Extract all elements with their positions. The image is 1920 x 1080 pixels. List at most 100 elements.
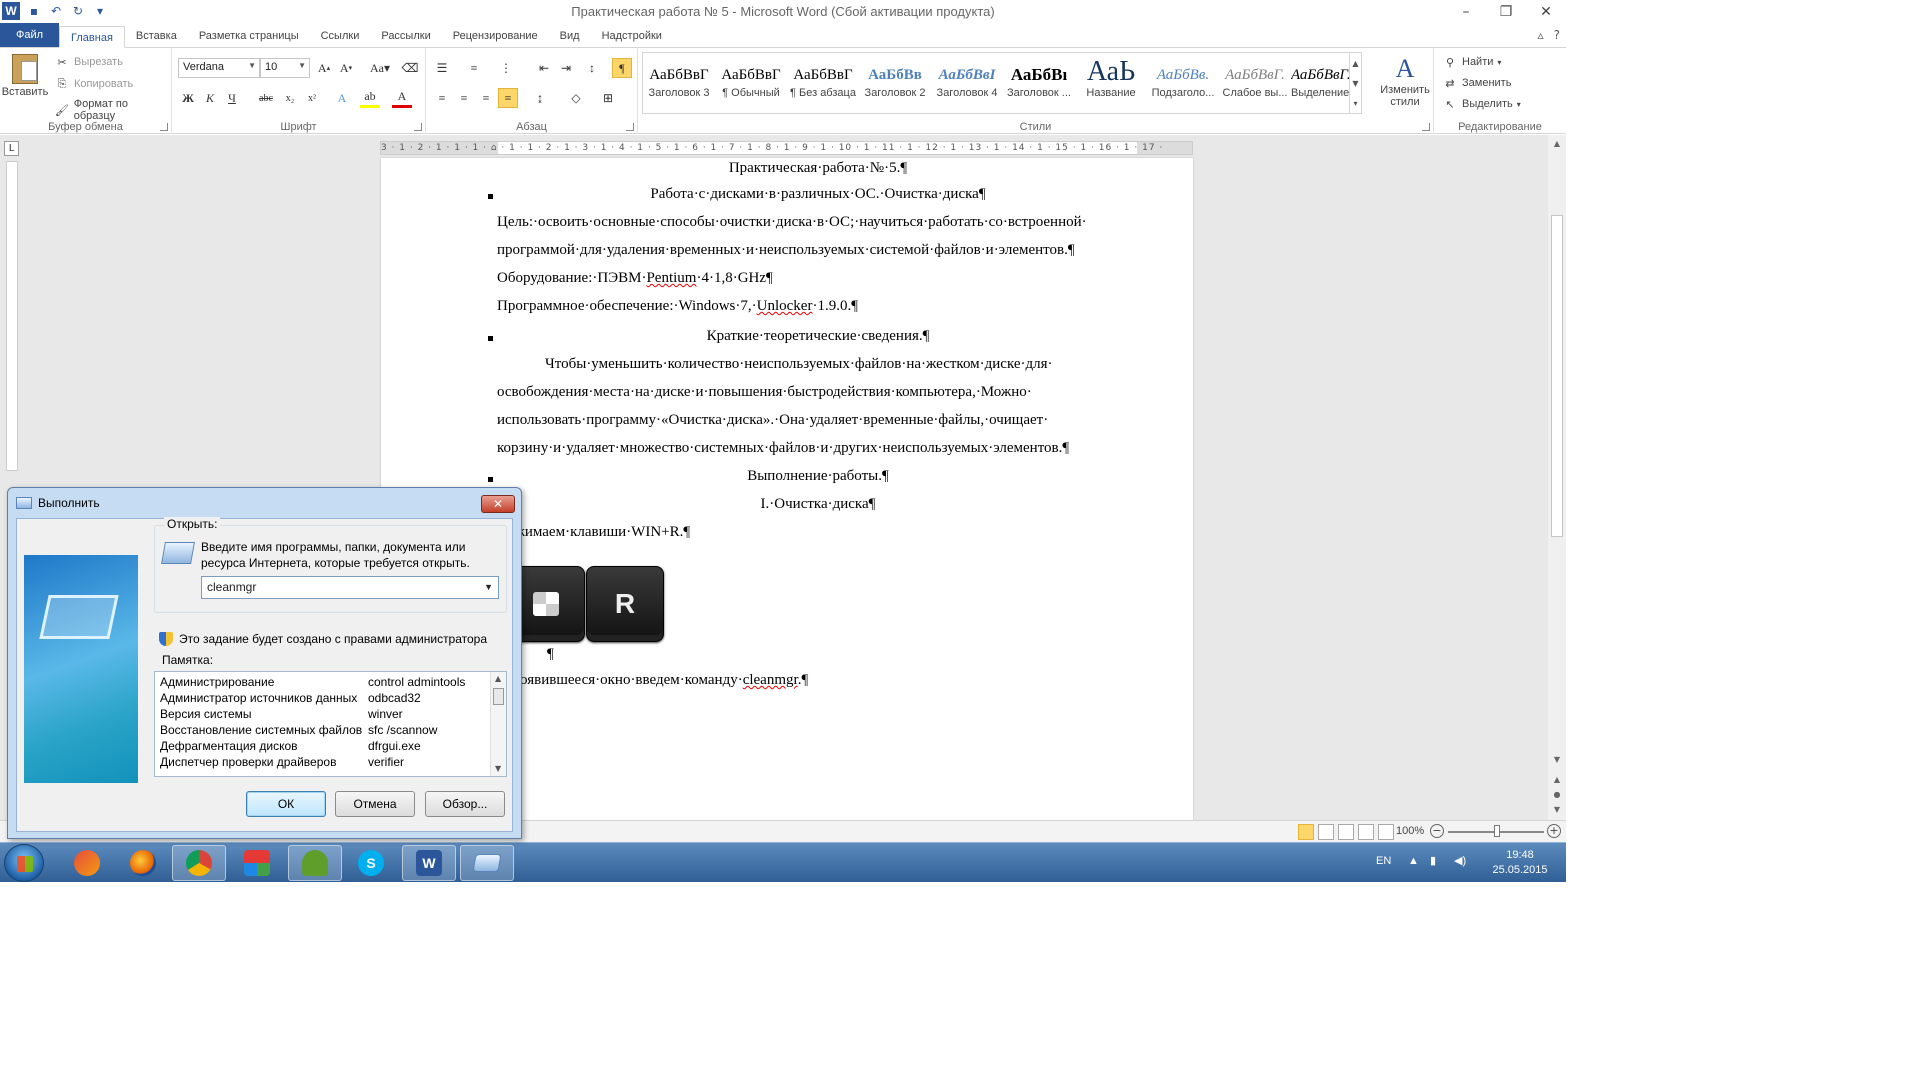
tab-view[interactable]: Вид	[549, 25, 591, 47]
style-heading-2[interactable]: АаБбВв Заголовок 2	[859, 53, 931, 113]
list-item[interactable]: Восстановление системных файлов sfc /scan…	[155, 722, 489, 738]
subscript-icon[interactable]: x₂	[280, 88, 300, 108]
numbering-icon[interactable]: ≡	[464, 58, 484, 78]
tab-selector[interactable]: L	[4, 141, 19, 156]
close-button[interactable]: ✕	[481, 495, 515, 513]
doc-theory-heading[interactable]: Краткие·теоретические·сведения.¶	[497, 322, 1139, 350]
list-item[interactable]: Версия системы winver	[155, 706, 489, 722]
sort-icon[interactable]: ↕	[582, 58, 602, 78]
doc-paragraph-line-2[interactable]: освобождения·места·на·диске·и·повышения·…	[497, 378, 1139, 406]
run-dialog-titlebar[interactable]: Выполнить	[16, 488, 100, 518]
doc-paragraph-line-4[interactable]: корзину·и·удаляет·множество·системных·фа…	[497, 434, 1139, 462]
taskbar-app-run[interactable]	[460, 845, 514, 881]
style-emphasis[interactable]: АаБбВвГ. Выделение	[1291, 53, 1349, 113]
scroll-up-icon[interactable]: ▲	[1548, 139, 1566, 148]
run-command-input[interactable]: cleanmgr ▼	[201, 576, 499, 599]
paragraph-launcher-icon[interactable]	[626, 123, 634, 131]
taskbar-app-wifi[interactable]	[288, 845, 342, 881]
tab-insert[interactable]: Вставка	[125, 25, 188, 47]
font-size-combo[interactable]: 10 ▼	[260, 58, 310, 78]
increase-indent-icon[interactable]: ⇥	[556, 58, 576, 78]
doc-software[interactable]: Программное·обеспечение:·Windows·7,·Unlo…	[497, 292, 1139, 320]
multilevel-list-icon[interactable]: ⋮	[496, 58, 516, 78]
doc-command-line[interactable]: В·появившееся·окно·введем·команду·cleanm…	[497, 666, 1139, 694]
zoom-out-icon[interactable]: −	[1430, 824, 1444, 838]
shrink-font-icon[interactable]: A ▾	[336, 58, 356, 78]
grow-font-icon[interactable]: A ▴	[314, 58, 334, 78]
underline-icon[interactable]: Ч	[222, 88, 242, 108]
volume-icon[interactable]: ◀)	[1454, 854, 1466, 867]
start-button[interactable]	[4, 844, 44, 882]
style-heading-other[interactable]: АаБбВı Заголовок ...	[1003, 53, 1075, 113]
r-key-image[interactable]: R	[586, 566, 664, 642]
replace-button[interactable]: ⇄ Заменить	[1442, 75, 1511, 91]
doc-goal-line-1[interactable]: Цель:·освоить·основные·способы·очистки·д…	[497, 208, 1139, 236]
previous-page-icon[interactable]: ▲	[1548, 775, 1566, 784]
show-formatting-marks-icon[interactable]: ¶	[612, 58, 632, 78]
print-layout-icon[interactable]	[1298, 824, 1314, 840]
memo-list[interactable]: Администрирование control admintools Адми…	[154, 671, 507, 777]
misspelled-word[interactable]: cleanmgr	[743, 672, 798, 688]
taskbar-app-firefox[interactable]	[116, 845, 170, 881]
change-case-icon[interactable]: Aa▾	[366, 58, 394, 78]
draft-view-icon[interactable]	[1378, 824, 1394, 840]
justify-icon[interactable]: ≡	[498, 88, 518, 108]
line-spacing-icon[interactable]: ↨	[530, 88, 550, 108]
tab-file[interactable]: Файл	[0, 23, 60, 47]
font-color-icon[interactable]: A	[392, 88, 412, 108]
scroll-down-icon[interactable]: ▼	[1548, 755, 1566, 764]
style-normal[interactable]: АаБбВвГ ¶ Обычный	[715, 53, 787, 113]
decrease-indent-icon[interactable]: ⇤	[534, 58, 554, 78]
style-heading-3[interactable]: АаБбВвГ Заголовок 3	[643, 53, 715, 113]
tab-home[interactable]: Главная	[59, 26, 125, 48]
list-item[interactable]: Диспетчер проверки драйверов verifier	[155, 754, 489, 770]
doc-title[interactable]: Практическая·работа·№·5.¶	[497, 154, 1139, 182]
taskbar-app-skype[interactable]: S	[344, 845, 398, 881]
scroll-up-icon[interactable]: ▲	[495, 674, 501, 683]
show-hidden-icons-icon[interactable]: ▲	[1408, 855, 1419, 867]
taskbar-app-apps[interactable]	[230, 845, 284, 881]
zoom-level[interactable]: 100%	[1396, 825, 1424, 837]
minimize-icon[interactable]: –	[1446, 0, 1486, 24]
doc-section-heading[interactable]: I.·Очистка·диска¶	[497, 490, 1139, 518]
bold-icon[interactable]: Ж	[178, 88, 198, 108]
zoom-slider-thumb[interactable]	[1494, 825, 1500, 837]
doc-press-keys[interactable]: Нажимаем·клавиши·WIN+R.¶	[497, 518, 1139, 546]
align-center-icon[interactable]: ≡	[454, 88, 474, 108]
vertical-ruler[interactable]	[6, 161, 18, 471]
misspelled-word[interactable]: Unlocker	[757, 298, 813, 314]
outline-view-icon[interactable]	[1358, 824, 1374, 840]
list-item[interactable]: Администрирование control admintools	[155, 674, 489, 690]
change-styles-button[interactable]: A Изменить стили	[1380, 54, 1430, 108]
taskbar-app-ccleaner[interactable]	[60, 845, 114, 881]
style-heading-4[interactable]: АаБбВвI Заголовок 4	[931, 53, 1003, 113]
doc-paragraph-line-3[interactable]: использовать·программу·«Очистка·диска».·…	[497, 406, 1139, 434]
chevron-up-icon[interactable]: ▲	[1352, 59, 1358, 68]
align-left-icon[interactable]: ≡	[432, 88, 452, 108]
clock[interactable]: 19:48 25.05.2015	[1488, 848, 1552, 878]
clipboard-launcher-icon[interactable]	[160, 123, 168, 131]
doc-paragraph-line-1[interactable]: Чтобы·уменьшить·количество·неиспользуемы…	[497, 350, 1139, 378]
close-icon[interactable]: ✕	[1526, 0, 1566, 24]
bullets-icon[interactable]: ☰	[432, 58, 452, 78]
tab-review[interactable]: Рецензирование	[442, 25, 549, 47]
cut-button[interactable]: ✂ Вырезать	[54, 54, 123, 70]
scroll-down-icon[interactable]: ▼	[495, 764, 501, 773]
list-item[interactable]: Администратор источников данных odbcad32	[155, 690, 489, 706]
horizontal-ruler[interactable]: 3 · 1 · 2 · 1 · 1 · 1 · ⌂ · 1 · 1 · 2 · …	[380, 141, 1193, 155]
next-page-icon[interactable]: ▼	[1548, 805, 1566, 814]
style-title[interactable]: АаЬ Название	[1075, 53, 1147, 113]
doc-empty-paragraph[interactable]: ¶	[547, 640, 567, 668]
style-subtitle[interactable]: АаБбВв. Подзаголо...	[1147, 53, 1219, 113]
full-screen-reading-icon[interactable]	[1318, 824, 1334, 840]
find-button[interactable]: ⚲ Найти ▾	[1442, 54, 1501, 70]
style-no-spacing[interactable]: АаБбВвГ ¶ Без абзаца	[787, 53, 859, 113]
tab-references[interactable]: Ссылки	[310, 25, 371, 47]
chevron-down-icon[interactable]: ▼	[484, 577, 493, 598]
zoom-in-icon[interactable]: +	[1547, 824, 1561, 838]
styles-scroll[interactable]: ▲ ▼ ▾	[1349, 53, 1361, 113]
list-item[interactable]: Дефрагментация дисков dfrgui.exe	[155, 738, 489, 754]
ok-button[interactable]: ОК	[246, 791, 326, 817]
restore-icon[interactable]: ❐	[1486, 0, 1526, 24]
clear-format-icon[interactable]: ⌫	[400, 58, 420, 78]
